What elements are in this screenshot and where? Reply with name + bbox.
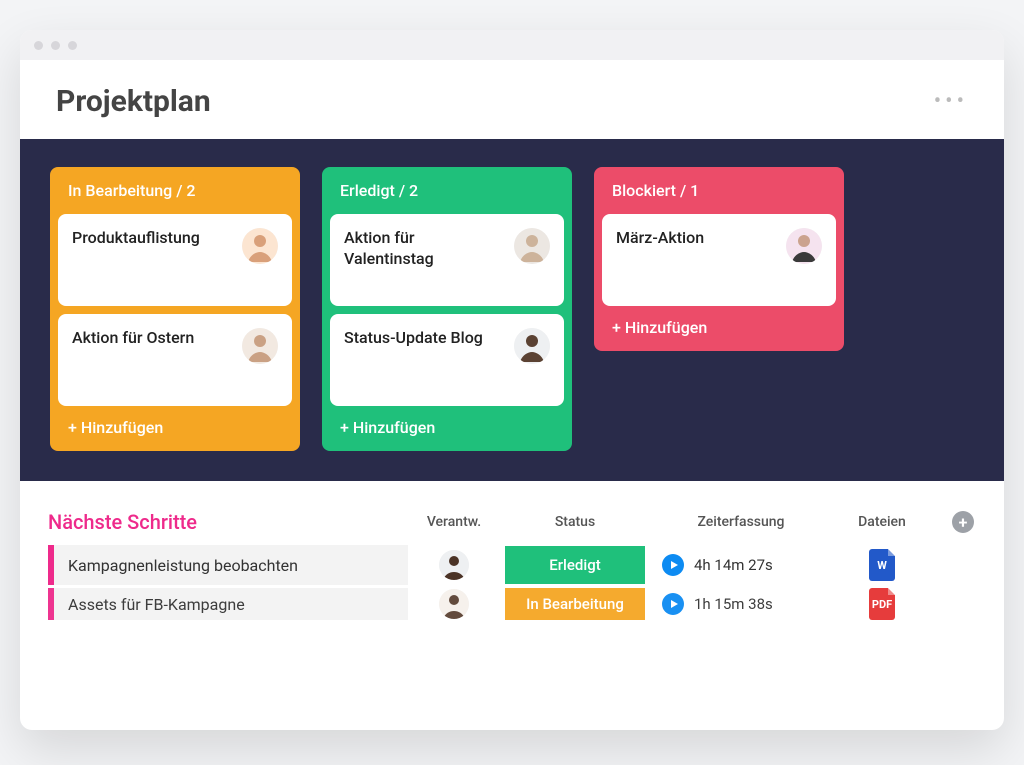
next-steps-section: Nächste Schritte Verantw. Status Zeiterf… [20, 481, 1004, 621]
window-dot [68, 41, 77, 50]
window-dot [34, 41, 43, 50]
avatar[interactable] [439, 589, 469, 619]
file-pdf-icon[interactable]: PDF [869, 588, 895, 620]
next-steps-header-row: Nächste Schritte Verantw. Status Zeiterf… [48, 501, 976, 543]
play-icon[interactable] [662, 554, 684, 576]
page-header: Projektplan ••• [20, 60, 1004, 139]
add-card-button[interactable]: + Hinzufügen [330, 414, 564, 437]
status-badge-in-progress[interactable]: In Bearbeitung [505, 588, 645, 620]
play-icon[interactable] [662, 593, 684, 615]
column-header: In Bearbeitung / 2 [58, 177, 292, 206]
column-label-files: Dateien [832, 514, 932, 530]
table-row[interactable]: Kampagnenleistung beobachten Erledigt 4h… [48, 543, 976, 587]
time-tracking-cell[interactable]: 4h 14m 27s [656, 554, 826, 576]
time-value: 4h 14m 27s [694, 556, 773, 574]
status-badge-done[interactable]: Erledigt [505, 546, 645, 584]
card-title: März-Aktion [616, 228, 704, 249]
kanban-board: In Bearbeitung / 2 Produktauflistung Akt… [20, 139, 1004, 481]
add-card-button[interactable]: + Hinzufügen [602, 314, 836, 337]
card-title: Status-Update Blog [344, 328, 483, 349]
browser-window: Projektplan ••• In Bearbeitung / 2 Produ… [20, 30, 1004, 730]
table-row[interactable]: Assets für FB-Kampagne In Bearbeitung 1h… [48, 587, 976, 621]
column-header: Blockiert / 1 [602, 177, 836, 206]
avatar [514, 328, 550, 364]
column-header: Erledigt / 2 [330, 177, 564, 206]
add-card-button[interactable]: + Hinzufügen [58, 414, 292, 437]
avatar [242, 228, 278, 264]
task-name: Kampagnenleistung beobachten [48, 545, 408, 585]
kanban-card[interactable]: Aktion für Valentinstag [330, 214, 564, 306]
avatar [242, 328, 278, 364]
kanban-card[interactable]: Aktion für Ostern [58, 314, 292, 406]
kanban-card[interactable]: Produktauflistung [58, 214, 292, 306]
kanban-column-done: Erledigt / 2 Aktion für Valentinstag Sta… [322, 167, 572, 451]
card-title: Aktion für Ostern [72, 328, 194, 349]
browser-chrome [20, 30, 1004, 60]
kanban-card[interactable]: März-Aktion [602, 214, 836, 306]
card-title: Aktion für Valentinstag [344, 228, 504, 270]
column-label-owner: Verantw. [414, 514, 494, 530]
more-menu-icon[interactable]: ••• [934, 89, 968, 114]
avatar [786, 228, 822, 264]
card-title: Produktauflistung [72, 228, 200, 249]
time-value: 1h 15m 38s [694, 595, 773, 613]
kanban-column-blocked: Blockiert / 1 März-Aktion + Hinzufügen [594, 167, 844, 351]
kanban-column-in-progress: In Bearbeitung / 2 Produktauflistung Akt… [50, 167, 300, 451]
file-word-icon[interactable]: W [869, 549, 895, 581]
time-tracking-cell[interactable]: 1h 15m 38s [656, 593, 826, 615]
add-column-button[interactable]: + [952, 511, 974, 533]
page-title: Projektplan [56, 84, 211, 119]
task-name: Assets für FB-Kampagne [48, 588, 408, 620]
avatar [514, 228, 550, 264]
avatar[interactable] [439, 550, 469, 580]
kanban-card[interactable]: Status-Update Blog [330, 314, 564, 406]
next-steps-title: Nächste Schritte [48, 510, 408, 534]
window-dot [51, 41, 60, 50]
column-label-status: Status [500, 514, 650, 530]
column-label-time: Zeiterfassung [656, 514, 826, 530]
